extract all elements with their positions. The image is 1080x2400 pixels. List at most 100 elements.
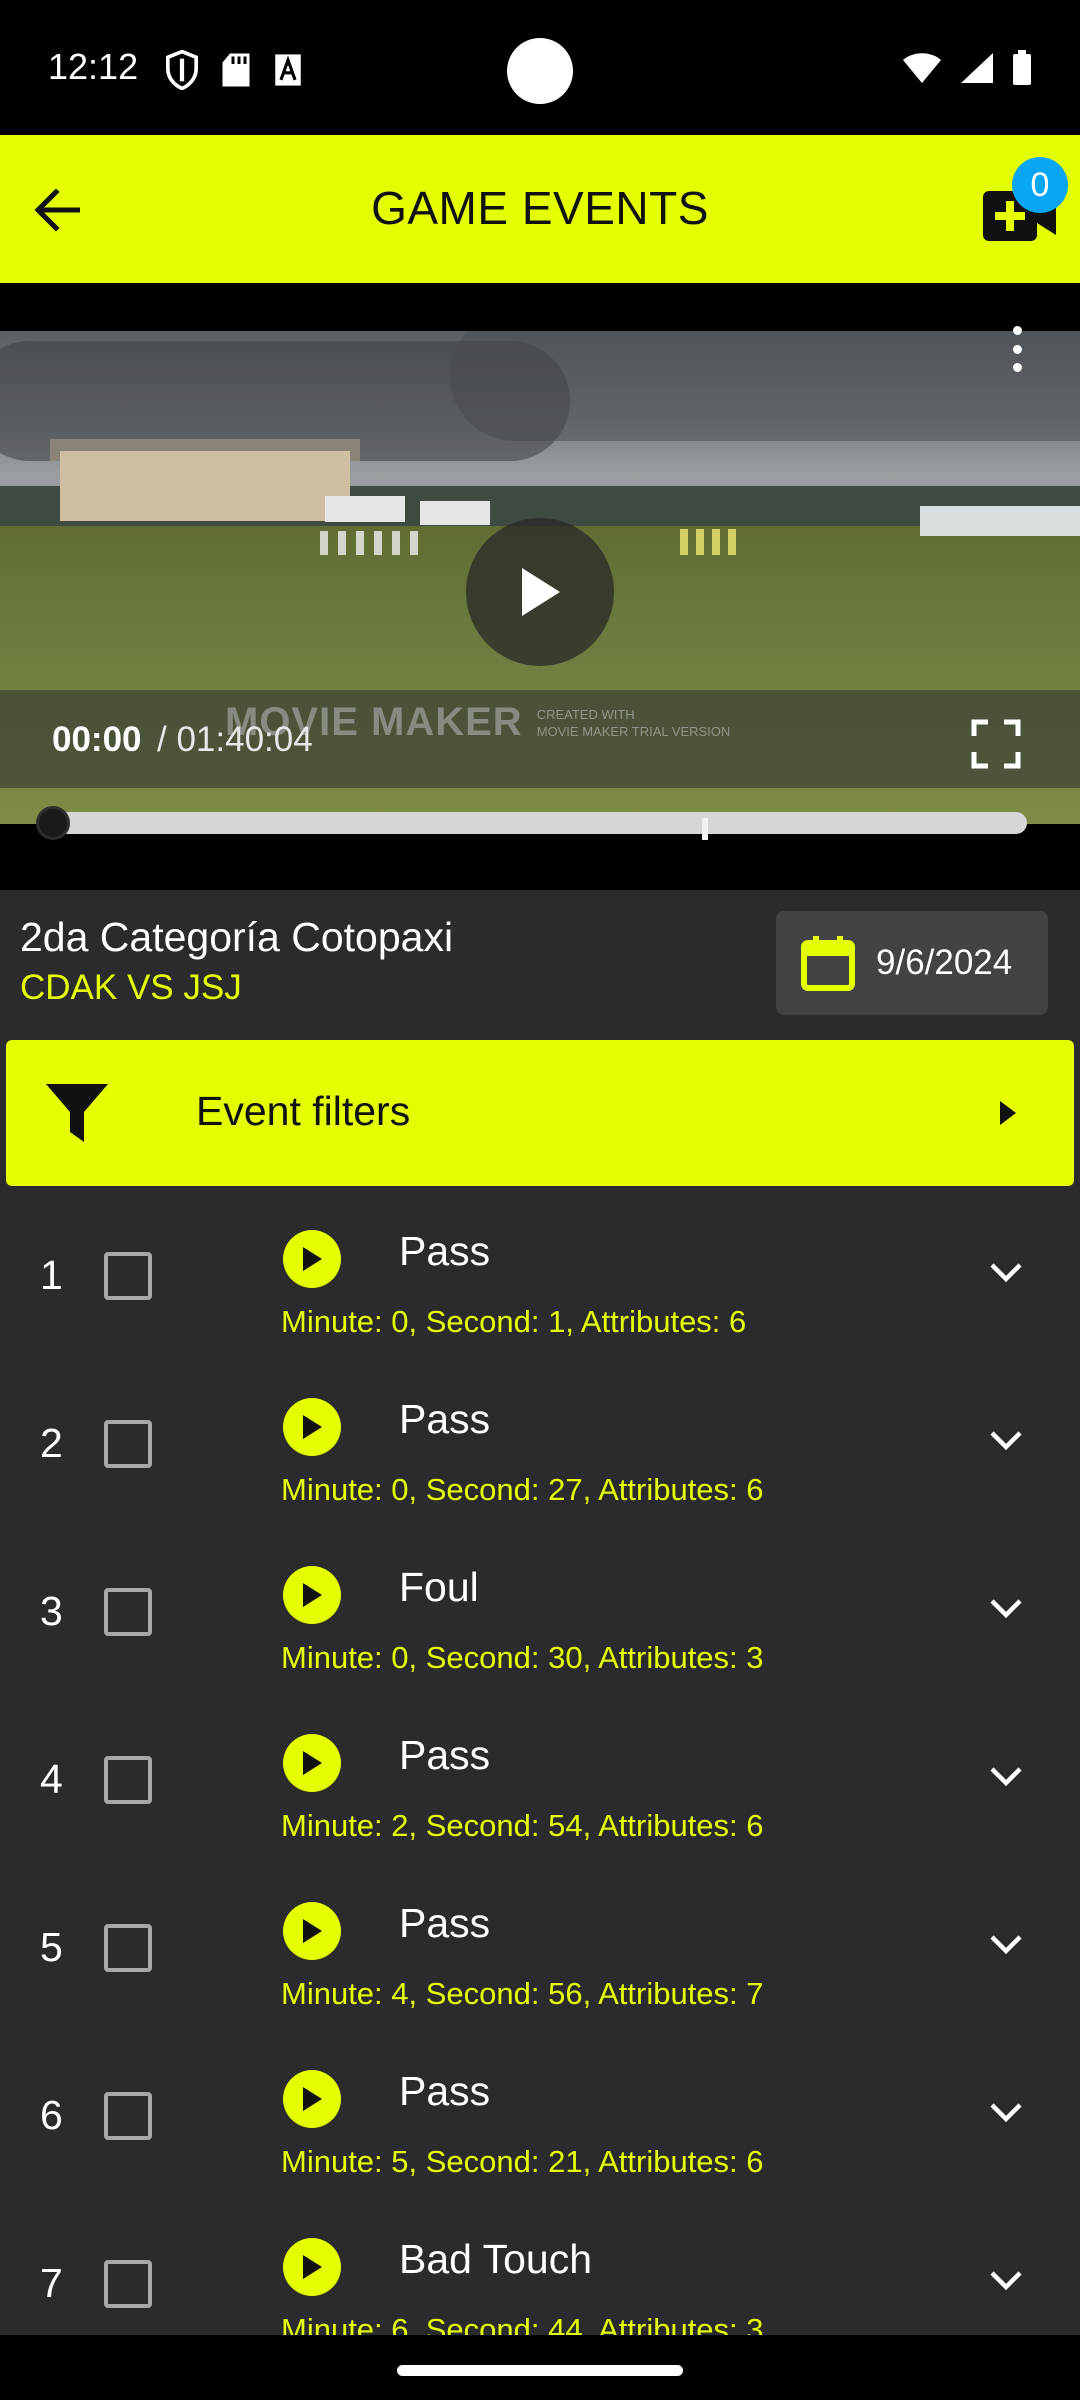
video-tent: [325, 496, 405, 522]
event-play-button[interactable]: [283, 2238, 341, 2296]
play-icon: [303, 1751, 322, 1775]
progress-marker: [702, 818, 708, 840]
event-name: Pass: [399, 2068, 491, 2114]
play-icon: [303, 1919, 322, 1943]
event-checkbox[interactable]: [104, 1252, 152, 1300]
camera-cutout: [507, 38, 573, 104]
event-play-button[interactable]: [283, 1734, 341, 1792]
event-checkbox[interactable]: [104, 1924, 152, 1972]
play-icon: [303, 1583, 322, 1607]
event-row[interactable]: 7 Bad Touch Minute: 6, Second: 44, Attri…: [0, 2216, 1080, 2335]
event-filters-label: Event filters: [196, 1088, 411, 1134]
event-name: Bad Touch: [399, 2236, 593, 2282]
shield-icon: [165, 50, 199, 90]
chevron-down-icon[interactable]: [986, 1258, 1026, 1288]
event-meta: Minute: 0, Second: 1, Attributes: 6: [281, 1304, 747, 1339]
battery-icon: [1013, 50, 1031, 85]
watermark-sub: CREATED WITH MOVIE MAKER TRIAL VERSION: [537, 706, 731, 740]
event-row[interactable]: 6 Pass Minute: 5, Second: 21, Attributes…: [0, 2048, 1080, 2216]
app-bar: GAME EVENTS: [0, 135, 1080, 283]
event-play-button[interactable]: [283, 2070, 341, 2128]
event-number: 5: [40, 1924, 63, 1970]
more-dot: [1012, 363, 1022, 372]
event-row[interactable]: 1 Pass Minute: 0, Second: 1, Attributes:…: [0, 1208, 1080, 1376]
event-play-button[interactable]: [283, 1230, 341, 1288]
more-dot: [1012, 326, 1022, 335]
video-progress-bar[interactable]: [52, 812, 1027, 834]
event-row[interactable]: 2 Pass Minute: 0, Second: 27, Attributes…: [0, 1376, 1080, 1544]
event-checkbox[interactable]: [104, 2260, 152, 2308]
event-number: 1: [40, 1252, 63, 1298]
font-icon: [275, 54, 301, 86]
event-number: 4: [40, 1756, 63, 1802]
wifi-icon: [903, 53, 941, 83]
watermark-sub-line: MOVIE MAKER TRIAL VERSION: [536, 723, 731, 739]
event-name: Pass: [399, 1396, 491, 1442]
event-number: 6: [40, 2092, 63, 2138]
chevron-down-icon[interactable]: [986, 1762, 1026, 1792]
chevron-down-icon[interactable]: [986, 1426, 1026, 1456]
event-name: Pass: [399, 1900, 491, 1946]
event-meta: Minute: 2, Second: 54, Attributes: 6: [281, 1808, 764, 1843]
event-play-button[interactable]: [283, 1566, 341, 1624]
play-icon: [303, 2087, 322, 2111]
video-progress-thumb[interactable]: [36, 806, 70, 840]
signal-icon: [961, 53, 993, 83]
event-row[interactable]: 5 Pass Minute: 4, Second: 56, Attributes…: [0, 1880, 1080, 2048]
event-filters-button[interactable]: Event filters: [6, 1040, 1074, 1186]
event-checkbox[interactable]: [104, 1756, 152, 1804]
chevron-down-icon[interactable]: [986, 1930, 1026, 1960]
date-picker-button[interactable]: 9/6/2024: [776, 911, 1048, 1015]
event-name: Pass: [399, 1732, 491, 1778]
event-row[interactable]: 3 Foul Minute: 0, Second: 30, Attributes…: [0, 1544, 1080, 1712]
video-players: [320, 531, 420, 555]
game-matchup: CDAK VS JSJ: [20, 968, 242, 1007]
chevron-down-icon[interactable]: [986, 1594, 1026, 1624]
status-time: 12:12: [48, 46, 139, 87]
event-row[interactable]: 4 Pass Minute: 2, Second: 54, Attributes…: [0, 1712, 1080, 1880]
event-list: 1 Pass Minute: 0, Second: 1, Attributes:…: [0, 1208, 1080, 2335]
event-checkbox[interactable]: [104, 1588, 152, 1636]
filter-icon: [46, 1084, 108, 1142]
status-icons-right: [902, 50, 1032, 86]
video-cloud: [450, 331, 1080, 441]
fullscreen-button[interactable]: [970, 718, 1022, 770]
video-greenhouse: [920, 506, 1080, 536]
more-dot: [1012, 344, 1022, 354]
video-current-time: 00:00: [52, 720, 142, 759]
event-meta: Minute: 5, Second: 21, Attributes: 6: [281, 2144, 764, 2179]
video-play-button[interactable]: [466, 518, 614, 666]
play-icon: [303, 1247, 322, 1271]
event-number: 3: [40, 1588, 63, 1634]
event-meta: Minute: 0, Second: 27, Attributes: 6: [281, 1472, 764, 1507]
event-number: 2: [40, 1420, 63, 1466]
fullscreen-icon: [971, 719, 1021, 769]
status-bar: 12:12: [0, 0, 1080, 135]
video-building: [60, 451, 350, 521]
gesture-handle[interactable]: [397, 2365, 683, 2376]
game-title: 2da Categoría Cotopaxi: [20, 914, 454, 960]
video-more-options-button[interactable]: [1000, 322, 1034, 376]
status-icons-left: [165, 50, 303, 90]
event-play-button[interactable]: [283, 1398, 341, 1456]
event-name: Foul: [399, 1564, 479, 1610]
video-tent: [420, 501, 490, 525]
chevron-down-icon[interactable]: [986, 2266, 1026, 2296]
event-number: 7: [40, 2260, 63, 2306]
play-icon: [303, 1415, 322, 1439]
sd-card-icon: [222, 53, 250, 87]
calendar-icon: [801, 936, 855, 991]
event-name: Pass: [399, 1228, 491, 1274]
page-title: GAME EVENTS: [371, 182, 709, 234]
event-meta: Minute: 6, Second: 44, Attributes: 3: [281, 2312, 764, 2335]
event-meta: Minute: 4, Second: 56, Attributes: 7: [281, 1976, 764, 2011]
play-icon: [522, 568, 560, 616]
event-meta: Minute: 0, Second: 30, Attributes: 3: [281, 1640, 764, 1675]
event-play-button[interactable]: [283, 1902, 341, 1960]
event-checkbox[interactable]: [104, 1420, 152, 1468]
navigation-bar: [0, 2335, 1080, 2400]
video-count-badge: 0: [1012, 157, 1068, 213]
event-checkbox[interactable]: [104, 2092, 152, 2140]
game-events-content: 2da Categoría Cotopaxi CDAK VS JSJ 9/6/2…: [0, 890, 1080, 2335]
chevron-down-icon[interactable]: [986, 2098, 1026, 2128]
